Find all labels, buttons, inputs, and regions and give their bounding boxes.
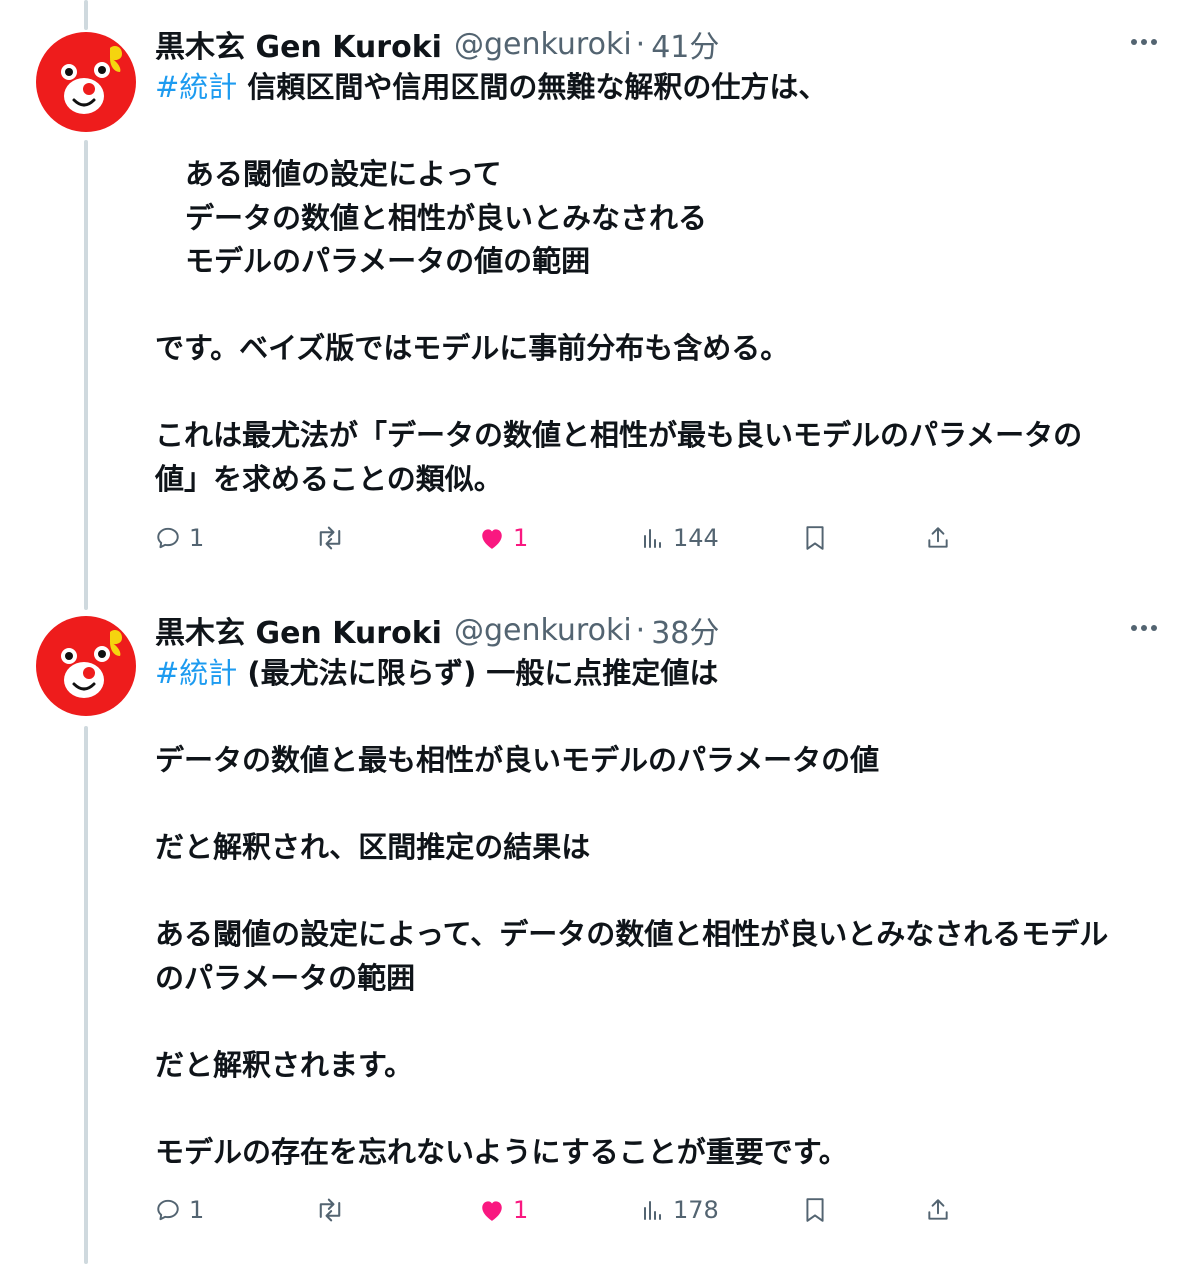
tweet-line: ある閾値の設定によって [185, 157, 502, 191]
like-button[interactable]: 1 [479, 1190, 528, 1230]
tweet-text: #統計 (最尤法に限らず) 一般に点推定値は データの数値と最も相性が良いモデル… [155, 652, 1164, 1174]
reply-button[interactable]: 1 [155, 1190, 204, 1230]
reply-count: 1 [189, 524, 205, 552]
avatar-image [36, 32, 136, 132]
avatar[interactable] [36, 32, 136, 132]
reply-icon [157, 527, 179, 549]
tweet-header: 黒木玄 Gen Kuroki @genkuroki · 38分 [155, 608, 1164, 652]
heart-icon [482, 1201, 502, 1221]
more-icon[interactable] [1128, 616, 1160, 640]
tweet-line: だと解釈され、区間推定の結果は [155, 830, 591, 864]
share-icon [928, 527, 948, 548]
separator-dot: · [635, 612, 646, 648]
views-button[interactable]: 144 [641, 518, 719, 558]
retweet-icon [319, 526, 341, 550]
timeline: 黒木玄 Gen Kuroki @genkuroki · 41分 #統計 信頼区間… [0, 0, 1204, 1264]
tweet-text: #統計 信頼区間や信用区間の無難な解釈の仕方は、 ある閾値の設定によって データ… [155, 66, 1164, 501]
thread-line [84, 140, 88, 610]
tweet-line: のパラメータの範囲 [155, 960, 416, 995]
tweet-line: です。ベイズ版ではモデルに事前分布も含める。 [155, 331, 790, 365]
display-name[interactable]: 黒木玄 Gen Kuroki [155, 608, 442, 652]
like-count: 1 [513, 524, 529, 552]
tweet-line: だと解釈されます。 [155, 1047, 414, 1082]
like-count: 1 [513, 1196, 529, 1224]
tweet-line: ある閾値の設定によって、データの数値と相性が良いとみなされるモデル [155, 917, 1109, 951]
hashtag-link[interactable]: #統計 [155, 656, 237, 690]
share-button[interactable] [925, 518, 951, 558]
tweet-line: これは最尤法が「データの数値と相性が最も良いモデルのパラメータの [155, 418, 1083, 452]
like-button[interactable]: 1 [479, 518, 528, 558]
user-handle[interactable]: @genkuroki [454, 613, 632, 648]
timestamp[interactable]: 41分 [651, 22, 719, 66]
tweet-line: 信頼区間や信用区間の無難な解釈の仕方は、 [237, 70, 828, 104]
more-icon[interactable] [1128, 30, 1160, 54]
retweet-button[interactable] [315, 1190, 345, 1230]
reply-icon [157, 1199, 179, 1221]
hashtag-link[interactable]: #統計 [155, 70, 237, 104]
avatar[interactable] [36, 616, 136, 716]
share-button[interactable] [925, 1190, 951, 1230]
reply-count: 1 [189, 1196, 205, 1224]
tweet-line: モデルの存在を忘れないようにすることが重要です。 [155, 1134, 848, 1169]
tweet-line: データの数値と最も相性が良いモデルのパラメータの値 [155, 743, 880, 777]
views-icon [644, 529, 661, 548]
tweet-line: (最尤法に限らず) 一般に点推定値は [237, 656, 719, 690]
views-icon [644, 1201, 661, 1220]
bookmark-button[interactable] [803, 518, 827, 558]
bookmark-icon [806, 526, 824, 550]
reply-button[interactable]: 1 [155, 518, 204, 558]
retweet-button[interactable] [315, 518, 345, 558]
heart-icon [482, 529, 502, 549]
avatar-image [36, 616, 136, 716]
views-button[interactable]: 178 [641, 1190, 719, 1230]
thread-line [84, 0, 88, 30]
bookmark-button[interactable] [803, 1190, 827, 1230]
retweet-icon [319, 1198, 341, 1222]
tweet-content: 黒木玄 Gen Kuroki @genkuroki · 38分 #統計 (最尤法… [155, 608, 1164, 1174]
share-icon [928, 1199, 948, 1220]
user-handle[interactable]: @genkuroki [454, 27, 632, 62]
view-count: 178 [673, 1196, 719, 1224]
tweet-content: 黒木玄 Gen Kuroki @genkuroki · 41分 #統計 信頼区間… [155, 22, 1164, 501]
tweet-line: 値」を求めることの類似。 [155, 461, 503, 496]
separator-dot: · [635, 26, 646, 62]
timestamp[interactable]: 38分 [651, 608, 719, 652]
view-count: 144 [673, 524, 719, 552]
thread-line [84, 726, 88, 1264]
tweet-line: データの数値と相性が良いとみなされる [185, 200, 708, 235]
tweet-line: モデルのパラメータの値の範囲 [185, 244, 591, 278]
display-name[interactable]: 黒木玄 Gen Kuroki [155, 22, 442, 66]
bookmark-icon [806, 1198, 824, 1222]
tweet-header: 黒木玄 Gen Kuroki @genkuroki · 41分 [155, 22, 1164, 66]
